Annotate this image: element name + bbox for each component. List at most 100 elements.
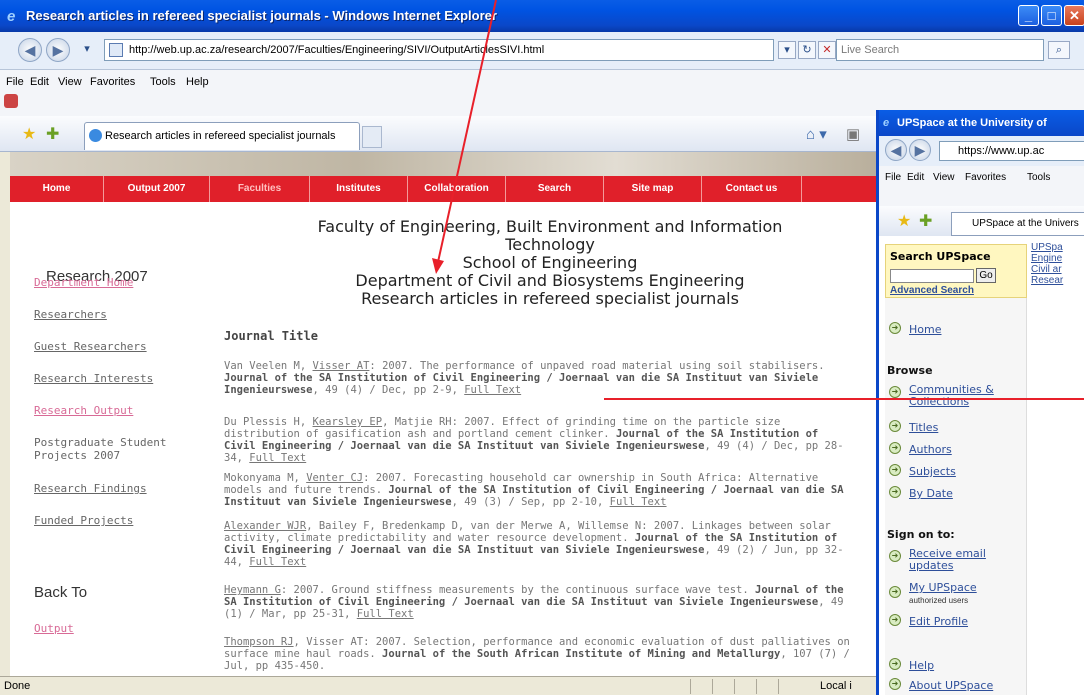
browse-titles-link[interactable]: Titles [909, 422, 938, 434]
sidebar-guest-researchers[interactable]: Guest Researchers [34, 340, 147, 353]
heading-page-title: Research articles in refereed specialist… [361, 289, 739, 308]
nav-home[interactable]: Home [10, 176, 104, 202]
history-dropdown-icon[interactable]: ▾ [78, 41, 96, 59]
menu-tools[interactable]: Tools [150, 76, 176, 88]
full-text-link[interactable]: Full Text [610, 496, 667, 508]
menu-view[interactable]: View [58, 76, 82, 88]
live-search-input[interactable]: Live Search [836, 39, 1044, 61]
address-dropdown-icon[interactable]: ▾ [778, 41, 796, 59]
status-segment [756, 679, 776, 694]
browse-communities-link[interactable]: Communities & Collections [909, 384, 1009, 408]
minimize-button[interactable]: _ [1018, 5, 1039, 26]
ie-logo-icon: e [883, 117, 890, 129]
new-tab-button[interactable] [362, 126, 382, 148]
breadcrumb-item[interactable]: Civil ar [1031, 264, 1063, 275]
about-upspace-link[interactable]: About UPSpace [909, 680, 993, 692]
full-text-link[interactable]: Full Text [249, 556, 306, 568]
heading-technology: Technology [505, 235, 595, 254]
status-segment [712, 679, 732, 694]
menu-favorites[interactable]: Favorites [90, 76, 135, 88]
menu-edit[interactable]: Edit [907, 172, 924, 183]
toolbar-addon-icon[interactable] [4, 94, 18, 108]
author-link[interactable]: Kearsley EP [313, 416, 383, 428]
upspace-title-bar[interactable]: e UPSpace at the University of [879, 110, 1084, 136]
author-link[interactable]: Venter CJ [306, 472, 363, 484]
upspace-address-field[interactable]: https://www.up.ac [939, 141, 1084, 161]
menu-file[interactable]: File [885, 172, 901, 183]
browse-by-date-link[interactable]: By Date [909, 488, 953, 500]
sidebar-research-output[interactable]: Research Output [34, 404, 133, 417]
status-segment [734, 679, 754, 694]
forward-icon[interactable]: ▶ [909, 139, 931, 161]
tab-upspace[interactable]: UPSpace at the Univers [951, 212, 1084, 236]
browse-authors-link[interactable]: Authors [909, 444, 952, 456]
sidebar-funded-projects[interactable]: Funded Projects [34, 514, 133, 527]
author-link[interactable]: Heymann G [224, 584, 281, 596]
forward-icon[interactable]: ▶ [46, 38, 70, 62]
menu-file[interactable]: File [6, 76, 24, 88]
back-icon[interactable]: ◀ [18, 38, 42, 62]
screenshot: e Research articles in refereed speciali… [0, 0, 1084, 695]
site-nav-bar: Home Output 2007 Faculties Institutes Co… [10, 176, 876, 202]
help-link[interactable]: Help [909, 660, 934, 672]
author-link[interactable]: Thompson RJ [224, 636, 294, 648]
author-link[interactable]: Visser AT [313, 360, 370, 372]
breadcrumb-item[interactable]: Engine [1031, 253, 1063, 264]
nav-faculties[interactable]: Faculties [210, 176, 310, 202]
upspace-go-button[interactable]: Go [976, 268, 996, 283]
address-field[interactable]: http://web.up.ac.za/research/2007/Facult… [104, 39, 774, 61]
receive-email-link[interactable]: Receive email updates [909, 548, 989, 572]
tab-research-articles[interactable]: Research articles in refereed specialist… [84, 122, 360, 150]
stop-icon[interactable]: ✕ [818, 41, 836, 59]
nav-output-2007[interactable]: Output 2007 [104, 176, 210, 202]
refresh-icon[interactable]: ↻ [798, 41, 816, 59]
nav-contact-us[interactable]: Contact us [702, 176, 802, 202]
article-entry: Thompson RJ, Visser AT: 2007. Selection,… [224, 636, 854, 672]
edit-profile-link[interactable]: Edit Profile [909, 616, 968, 628]
add-favorites-icon[interactable]: ✚ [46, 124, 59, 144]
favorites-star-icon[interactable]: ★ [22, 124, 36, 144]
sidebar-department-home[interactable]: Department Home [34, 276, 133, 289]
maximize-button[interactable]: □ [1041, 5, 1062, 26]
breadcrumb-item[interactable]: Resear [1031, 275, 1063, 286]
breadcrumb-links[interactable]: UPSpa Engine Civil ar Resear [1031, 242, 1063, 286]
menu-edit[interactable]: Edit [30, 76, 49, 88]
add-favorites-icon[interactable]: ✚ [919, 211, 932, 231]
upspace-search-heading: Search UPSpace [890, 250, 991, 263]
nav-institutes[interactable]: Institutes [310, 176, 408, 202]
menu-help[interactable]: Help [186, 76, 209, 88]
full-text-link[interactable]: Full Text [464, 384, 521, 396]
menu-favorites[interactable]: Favorites [965, 172, 1006, 183]
close-button[interactable]: ✕ [1064, 5, 1084, 26]
status-text: Done [4, 680, 31, 692]
full-text-link[interactable]: Full Text [249, 452, 306, 464]
nav-site-map[interactable]: Site map [604, 176, 702, 202]
menu-tools[interactable]: Tools [1027, 172, 1050, 183]
header-banner-image [10, 152, 876, 176]
sidebar-research-interests[interactable]: Research Interests [34, 372, 153, 385]
nav-search[interactable]: Search [506, 176, 604, 202]
nav-collaboration[interactable]: Collaboration [408, 176, 506, 202]
advanced-search-link[interactable]: Advanced Search [890, 285, 974, 296]
feeds-icon[interactable]: ▣ [846, 125, 860, 143]
full-text-link[interactable]: Full Text [357, 608, 414, 620]
menu-view[interactable]: View [933, 172, 955, 183]
my-upspace-link[interactable]: My UPSpace [909, 582, 977, 594]
back-icon[interactable]: ◀ [885, 139, 907, 161]
status-segment [778, 679, 798, 694]
home-icon[interactable]: ⌂ ▾ [806, 125, 827, 143]
arrow-icon: ➜ [889, 614, 901, 626]
upspace-search-input[interactable] [890, 269, 974, 283]
title-bar[interactable]: e Research articles in refereed speciali… [0, 0, 1084, 32]
upspace-address-toolbar: ◀ ▶ https://www.up.ac [879, 136, 1084, 166]
search-icon[interactable]: ⌕ [1048, 41, 1070, 59]
breadcrumb-item[interactable]: UPSpa [1031, 242, 1063, 253]
browse-subjects-link[interactable]: Subjects [909, 466, 956, 478]
author-link[interactable]: Alexander WJR [224, 520, 306, 532]
sidebar-researchers[interactable]: Researchers [34, 308, 107, 321]
sidebar-research-findings[interactable]: Research Findings [34, 482, 147, 495]
sidebar-output-link[interactable]: Output [34, 622, 74, 635]
article-authors: Du Plessis H, [224, 416, 313, 428]
favorites-star-icon[interactable]: ★ [897, 211, 911, 231]
upspace-home-link[interactable]: Home [909, 324, 941, 336]
